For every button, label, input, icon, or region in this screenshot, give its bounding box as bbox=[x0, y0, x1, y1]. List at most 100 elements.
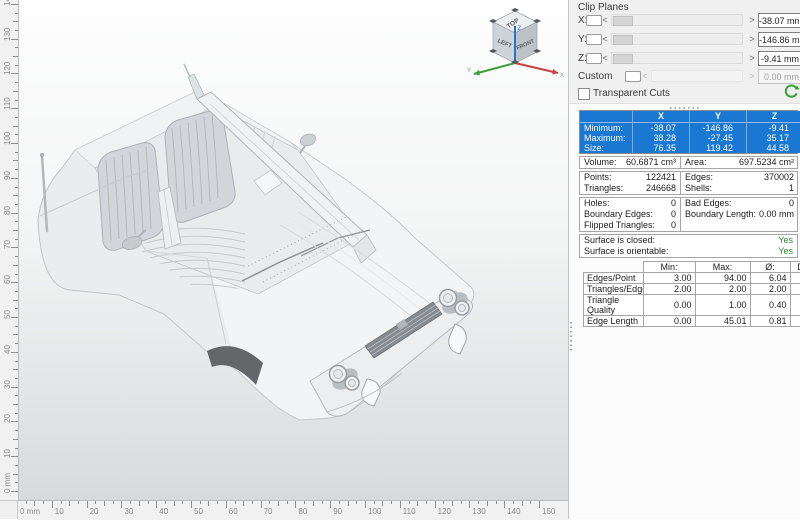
stats-row-triangles-edge: Triangles/Edge 2.00 2.00 2.00 0.00 bbox=[584, 284, 800, 295]
clip-z-checkbox[interactable] bbox=[586, 53, 602, 64]
stats-row-edge-length: Edge Length 0.00 45.01 0.81 1.90 bbox=[584, 316, 800, 327]
info-panel: Clip Planes X: < > Y: < > Z: < bbox=[568, 0, 800, 519]
3d-canvas[interactable]: TOP LEFT FRONT Z Y X bbox=[18, 0, 568, 500]
view-cube[interactable]: TOP LEFT FRONT Z Y X bbox=[466, 6, 566, 78]
bounds-max-y: -27.45 bbox=[690, 133, 747, 143]
bounds-max-label: Maximum: bbox=[580, 133, 633, 143]
clip-x-decrease-button[interactable]: < bbox=[601, 14, 609, 26]
stats-edges-point-dev: 2.43 bbox=[790, 273, 800, 284]
bounds-min-z: -9.41 bbox=[747, 123, 800, 134]
clip-y-checkbox[interactable] bbox=[586, 34, 602, 45]
clip-planes-section: Clip Planes X: < > Y: < > Z: < bbox=[569, 0, 800, 104]
bad-edges-value: 0 bbox=[789, 198, 794, 209]
bounds-table: X Y Z Minimum: -38.07 -146.86 -9.41 Maxi… bbox=[579, 110, 798, 154]
clip-row-z: Z: < > bbox=[569, 51, 800, 66]
bounds-size-label: Size: bbox=[580, 143, 633, 153]
shells-label: Shells: bbox=[685, 183, 712, 194]
clip-z-slider[interactable] bbox=[611, 52, 743, 64]
surface-orientable-label: Surface is orientable: bbox=[584, 246, 669, 257]
bounds-min-label: Minimum: bbox=[580, 123, 633, 134]
clip-y-value-input[interactable] bbox=[758, 32, 800, 47]
transparent-cuts-label: Transparent Cuts bbox=[593, 88, 670, 99]
flipped-triangles-label: Flipped Triangles: bbox=[584, 220, 655, 231]
bounds-min-x: -38.07 bbox=[633, 123, 690, 134]
clip-z-slider-thumb[interactable] bbox=[613, 54, 633, 64]
stats-triangles-edge-avg: 2.00 bbox=[750, 284, 790, 295]
clip-x-checkbox[interactable] bbox=[586, 15, 602, 26]
boundary-edges-label: Boundary Edges: bbox=[584, 209, 653, 220]
bounds-col-x: X bbox=[633, 111, 690, 123]
boundary-length-label: Boundary Length: bbox=[685, 209, 756, 220]
stats-edge-length-dev: 1.90 bbox=[790, 316, 800, 327]
clip-y-increase-button[interactable]: > bbox=[748, 33, 756, 45]
triangles-value: 246668 bbox=[646, 183, 676, 194]
clip-z-increase-button[interactable]: > bbox=[748, 52, 756, 64]
surface-box: Surface is closed: Yes Surface is orienta… bbox=[579, 234, 798, 258]
stats-edges-point-avg: 6.04 bbox=[750, 273, 790, 284]
stats-edge-length-min: 0.00 bbox=[643, 316, 695, 327]
clip-x-slider-thumb[interactable] bbox=[613, 16, 633, 26]
clip-x-value-input[interactable] bbox=[758, 13, 800, 28]
panel-splitter-handle[interactable] bbox=[570, 322, 572, 352]
clip-custom-label: Custom bbox=[578, 71, 612, 82]
ruler-corner bbox=[0, 500, 18, 519]
topology-box: Points:122421 Triangles:246668 Edges:370… bbox=[579, 171, 798, 195]
bounds-col-y: Y bbox=[690, 111, 747, 123]
area-value: 697.5234 cm² bbox=[739, 157, 794, 168]
clip-y-decrease-button[interactable]: < bbox=[601, 33, 609, 45]
clip-row-custom: Custom < > bbox=[569, 69, 800, 84]
statistics-tables: X Y Z Minimum: -38.07 -146.86 -9.41 Maxi… bbox=[579, 110, 798, 327]
bad-edges-label: Bad Edges: bbox=[685, 198, 732, 209]
boundary-edges-value: 0 bbox=[671, 209, 676, 220]
surface-closed-label: Surface is closed: bbox=[584, 235, 655, 246]
stats-col-min: Min: bbox=[643, 262, 695, 273]
clip-custom-slider bbox=[651, 70, 743, 82]
transparent-cuts-row: Transparent Cuts bbox=[569, 87, 800, 102]
transparent-cuts-checkbox[interactable] bbox=[578, 88, 590, 100]
clip-x-slider[interactable] bbox=[611, 14, 743, 26]
quality-stats-table: Min: Max: Ø: Dev: Edges/Point 3.00 94.00… bbox=[583, 261, 800, 327]
refresh-icon[interactable] bbox=[783, 83, 800, 100]
bounds-max-z: 35.17 bbox=[747, 133, 800, 143]
panel-drag-handle[interactable] bbox=[670, 107, 700, 109]
points-value: 122421 bbox=[646, 172, 676, 183]
stats-col-max: Max: bbox=[695, 262, 750, 273]
clip-row-x: X: < > bbox=[569, 13, 800, 28]
area-label: Area: bbox=[685, 157, 707, 168]
stats-triangles-edge-max: 2.00 bbox=[695, 284, 750, 295]
clip-custom-checkbox[interactable] bbox=[625, 71, 641, 82]
stats-col-dev: Dev: bbox=[790, 262, 800, 273]
clip-x-increase-button[interactable]: > bbox=[748, 14, 756, 26]
z-axis-label: Z bbox=[518, 26, 522, 32]
points-label: Points: bbox=[584, 172, 612, 183]
holes-label: Holes: bbox=[584, 198, 610, 209]
defects-box: Holes: 0 Boundary Edges: 0 Flipped Triangl… bbox=[579, 197, 798, 232]
viewport-area: TOP LEFT FRONT Z Y X 0 mm102030405060708… bbox=[0, 0, 568, 519]
stats-triangle-quality-avg: 0.40 bbox=[750, 295, 790, 316]
volume-value: 60.6871 cm³ bbox=[626, 157, 676, 168]
stats-col-avg: Ø: bbox=[750, 262, 790, 273]
shells-value: 1 bbox=[789, 183, 794, 194]
bounds-max-x: 38.28 bbox=[633, 133, 690, 143]
clip-z-value-input[interactable] bbox=[758, 51, 800, 66]
stats-edge-length-label: Edge Length bbox=[584, 316, 644, 327]
stats-triangles-edge-label: Triangles/Edge bbox=[584, 284, 644, 295]
clip-y-slider-thumb[interactable] bbox=[613, 35, 633, 45]
y-axis-label: Y bbox=[467, 68, 471, 74]
bounds-size-x: 76.35 bbox=[633, 143, 690, 153]
stats-triangle-quality-label: Triangle Quality bbox=[584, 295, 644, 316]
clip-y-slider[interactable] bbox=[611, 33, 743, 45]
stats-edge-length-max: 45.01 bbox=[695, 316, 750, 327]
clip-z-decrease-button[interactable]: < bbox=[601, 52, 609, 64]
ruler-vertical: 0 mm102030405060708090100110120130140 bbox=[0, 0, 19, 500]
stats-edges-point-max: 94.00 bbox=[695, 273, 750, 284]
stats-edges-point-label: Edges/Point bbox=[584, 273, 644, 284]
bounds-row-minimum: Minimum: -38.07 -146.86 -9.41 bbox=[580, 123, 800, 134]
surface-closed-value: Yes bbox=[778, 235, 793, 246]
clip-planes-title: Clip Planes bbox=[578, 2, 629, 13]
stats-triangle-quality-min: 0.00 bbox=[643, 295, 695, 316]
clip-row-y: Y: < > bbox=[569, 32, 800, 47]
stats-edge-length-avg: 0.81 bbox=[750, 316, 790, 327]
mesh-analysis-window: TOP LEFT FRONT Z Y X 0 mm102030405060708… bbox=[0, 0, 800, 519]
clip-custom-increase-button: > bbox=[748, 70, 756, 82]
